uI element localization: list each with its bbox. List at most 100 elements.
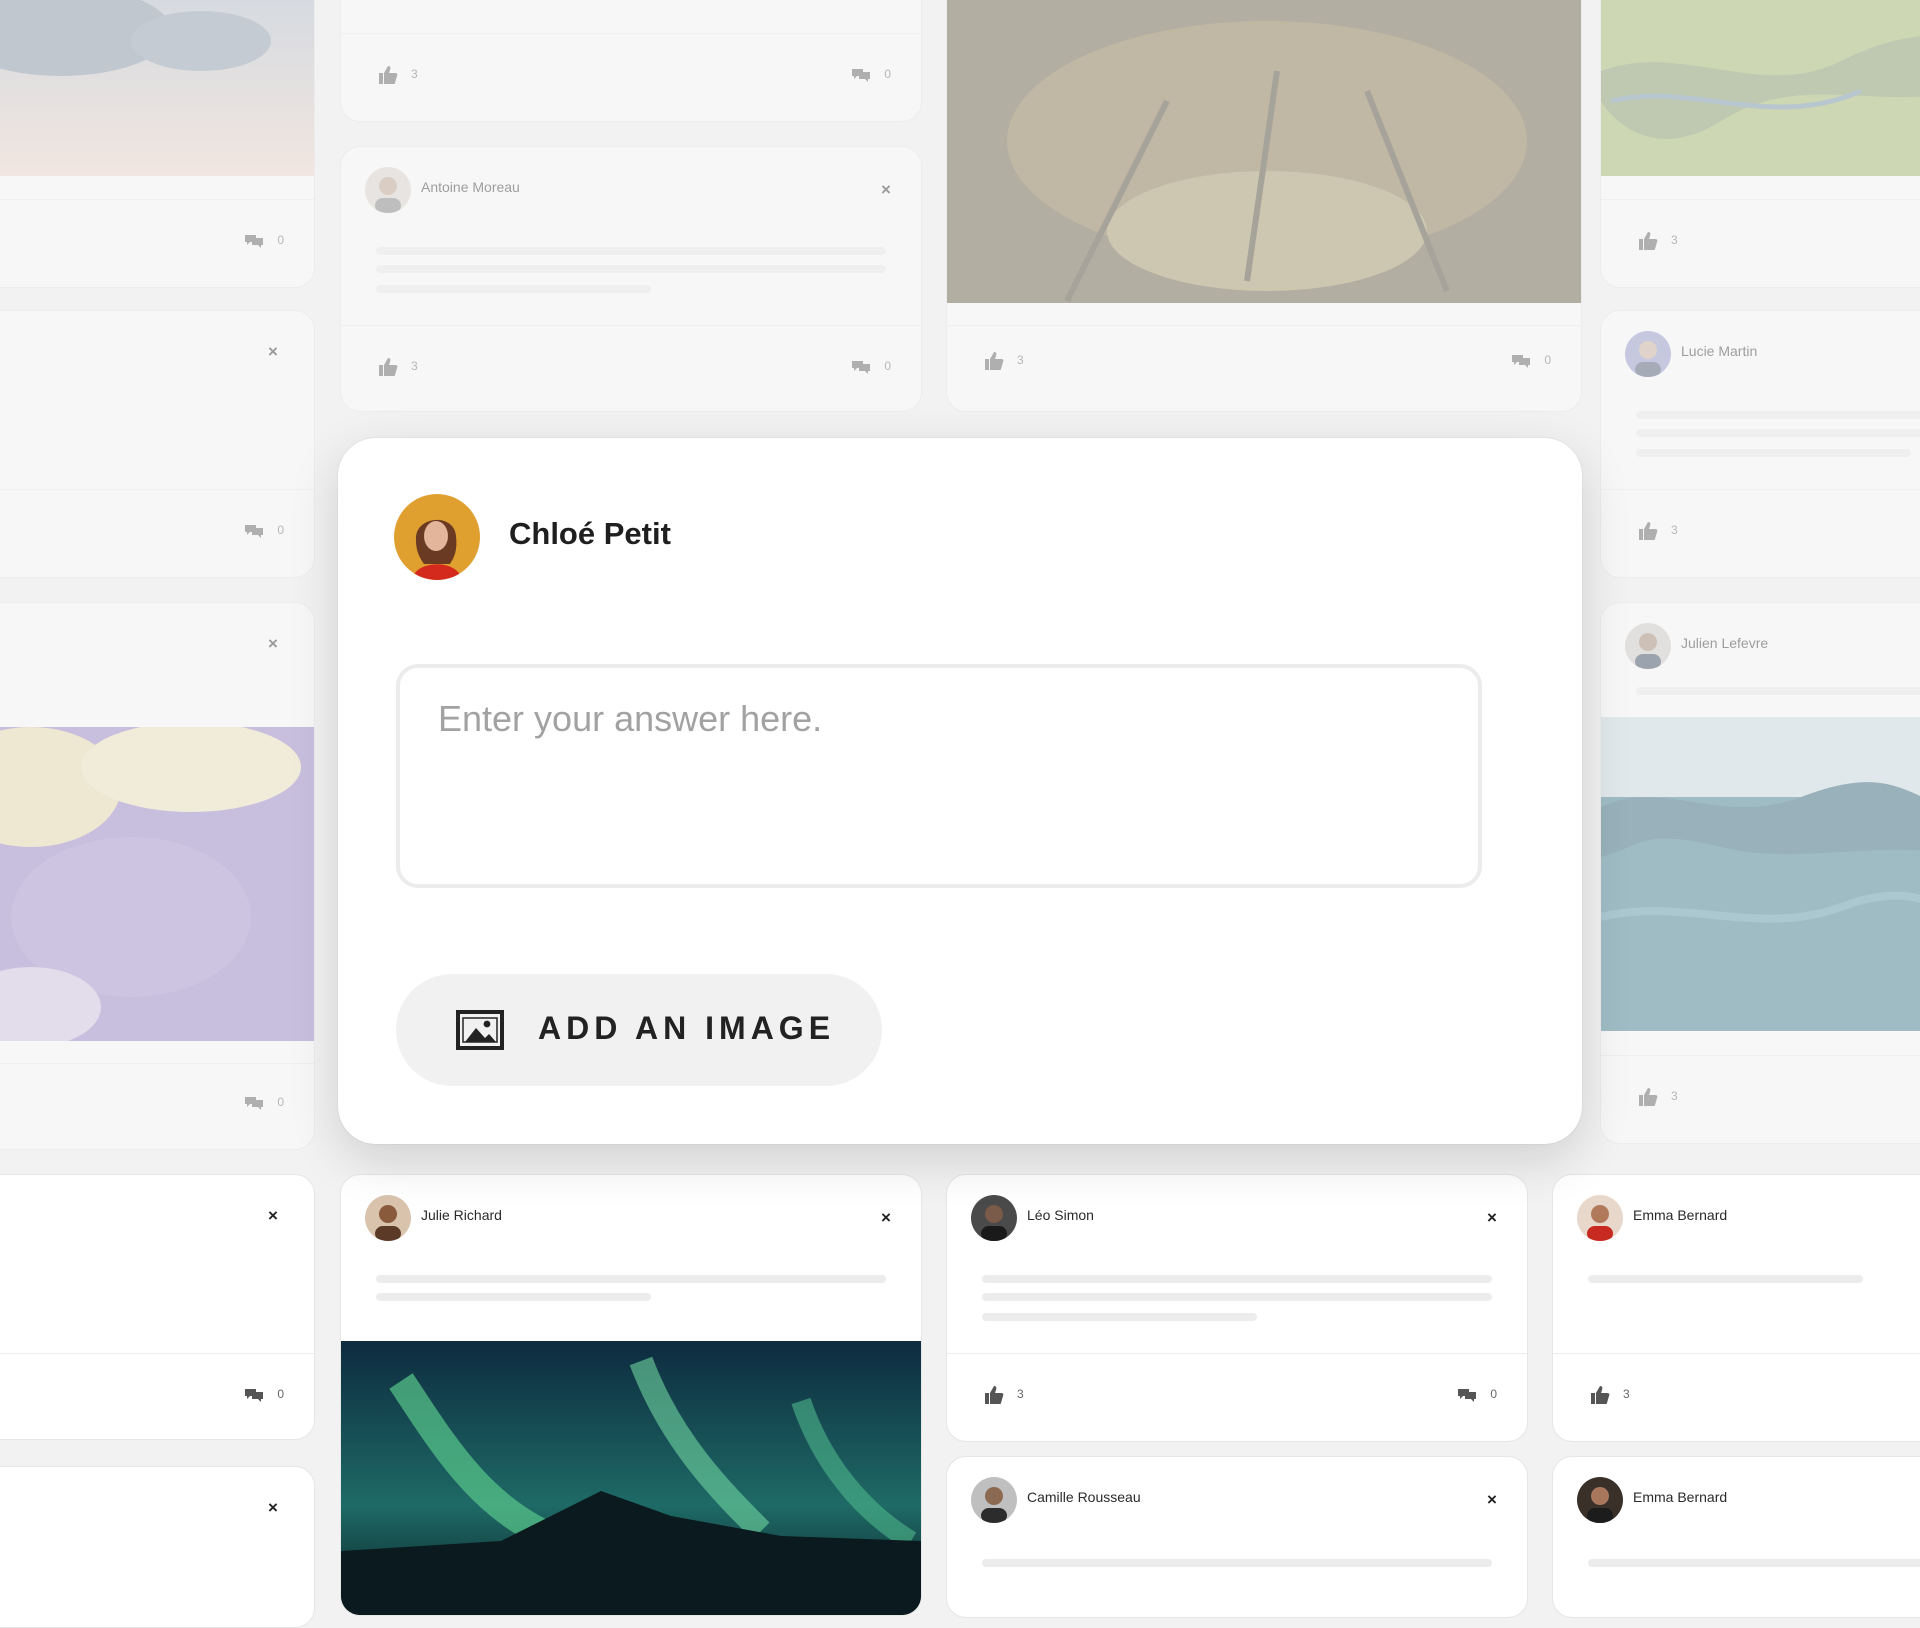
- card-header: Emma Bernard: [1577, 1477, 1920, 1525]
- skeleton-line: [1636, 449, 1911, 457]
- ocean-image: [1601, 717, 1920, 1031]
- thumbs-up-icon: [379, 66, 398, 84]
- card-header: Léo Simon ×: [971, 1195, 1503, 1243]
- skeleton-line: [1636, 411, 1920, 419]
- like-count[interactable]: 3: [1637, 521, 1678, 541]
- feed-card-antoine: Antoine Moreau × 3 0: [340, 146, 922, 412]
- comment-count[interactable]: 0: [1456, 1385, 1497, 1405]
- left-card-purple: × 0: [0, 602, 315, 1150]
- feed-card-leo: Léo Simon × 3 0: [946, 1174, 1528, 1442]
- card-header: Julien Lefevre: [1625, 623, 1920, 671]
- like-count[interactable]: 3: [1637, 231, 1678, 251]
- card-header: Antoine Moreau ×: [365, 167, 897, 215]
- comment-count[interactable]: 0: [243, 521, 284, 541]
- user-name: Chloé Petit: [509, 516, 671, 551]
- comment-count[interactable]: 0: [850, 65, 891, 85]
- thumbs-up-icon: [379, 358, 398, 376]
- author-name: Camille Rousseau: [1027, 1489, 1141, 1505]
- left-card-bottom: × 0: [0, 1174, 315, 1440]
- comment-icon: [1458, 1389, 1477, 1402]
- comment-icon: [1512, 355, 1531, 368]
- sky-image: [0, 0, 314, 176]
- avatar: [365, 167, 411, 213]
- card-divider: [0, 199, 314, 200]
- like-count[interactable]: 3: [1637, 1087, 1678, 1107]
- thumbs-up-icon: [1639, 522, 1658, 540]
- close-icon[interactable]: ×: [262, 633, 284, 655]
- like-count[interactable]: 3: [983, 1385, 1024, 1405]
- card-divider: [0, 1353, 314, 1354]
- author-name: Emma Bernard: [1633, 1207, 1728, 1223]
- close-icon[interactable]: ×: [1481, 1207, 1503, 1229]
- skeleton-line: [982, 1293, 1492, 1301]
- comment-count[interactable]: 0: [850, 357, 891, 377]
- comment-count[interactable]: 0: [243, 231, 284, 251]
- feed-card-camille: Camille Rousseau ×: [946, 1456, 1528, 1618]
- comment-icon: [245, 1097, 264, 1110]
- left-card-text: × 0: [0, 310, 315, 578]
- skeleton-line: [376, 1293, 651, 1301]
- feed-card-julie: Julie Richard ×: [340, 1174, 922, 1616]
- card-divider: [341, 325, 921, 326]
- skeleton-line: [1636, 429, 1920, 437]
- aurora-image: [341, 1341, 921, 1615]
- feed-card-emma-2: Emma Bernard: [1552, 1456, 1920, 1618]
- right-card-landscape: 3: [1600, 0, 1920, 288]
- card-header: Lucie Martin: [1625, 331, 1920, 379]
- user-avatar: [394, 494, 480, 580]
- skeleton-line: [1588, 1559, 1920, 1567]
- top-card-partial: 3 0: [340, 0, 922, 122]
- card-divider: [341, 33, 921, 34]
- close-icon[interactable]: ×: [875, 179, 897, 201]
- author-name: Lucie Martin: [1681, 343, 1758, 359]
- forest-image: [947, 0, 1581, 303]
- close-icon[interactable]: ×: [875, 1207, 897, 1229]
- feed-card-emma: Emma Bernard 3: [1552, 1174, 1920, 1442]
- avatar: [1577, 1195, 1623, 1241]
- thumbs-up-icon: [1591, 1386, 1610, 1404]
- comment-icon: [852, 69, 871, 82]
- author-name: Antoine Moreau: [421, 179, 520, 195]
- author-name: Julie Richard: [421, 1207, 502, 1223]
- card-divider: [1601, 489, 1920, 490]
- author-name: Emma Bernard: [1633, 1489, 1728, 1505]
- thumbs-up-icon: [985, 352, 1004, 370]
- card-divider: [947, 325, 1581, 326]
- author-name: Julien Lefevre: [1681, 635, 1769, 651]
- skeleton-line: [376, 1275, 886, 1283]
- close-icon[interactable]: ×: [1481, 1489, 1503, 1511]
- like-count[interactable]: 3: [1589, 1385, 1630, 1405]
- card-divider: [0, 489, 314, 490]
- comment-icon: [245, 525, 264, 538]
- like-count[interactable]: 3: [983, 351, 1024, 371]
- author-name: Léo Simon: [1027, 1207, 1094, 1223]
- skeleton-line: [982, 1559, 1492, 1567]
- card-divider: [0, 1063, 314, 1064]
- image-icon: [456, 1010, 504, 1050]
- comment-count[interactable]: 0: [1510, 351, 1551, 371]
- card-divider: [1553, 1353, 1920, 1354]
- comment-count[interactable]: 0: [243, 1385, 284, 1405]
- card-header: Emma Bernard: [1577, 1195, 1920, 1243]
- thumbs-up-icon: [985, 1386, 1004, 1404]
- skeleton-line: [1636, 687, 1920, 695]
- comment-count[interactable]: 0: [243, 1093, 284, 1113]
- purple-clouds-image: [0, 727, 314, 1041]
- skeleton-line: [376, 265, 886, 273]
- like-count[interactable]: 3: [377, 65, 418, 85]
- skeleton-line: [1588, 1275, 1863, 1283]
- skeleton-line: [376, 285, 651, 293]
- close-icon[interactable]: ×: [262, 1497, 284, 1519]
- avatar: [971, 1195, 1017, 1241]
- avatar: [1625, 331, 1671, 377]
- avatar: [1577, 1477, 1623, 1523]
- close-icon[interactable]: ×: [262, 341, 284, 363]
- comment-icon: [245, 1389, 264, 1402]
- avatar: [971, 1477, 1017, 1523]
- like-count[interactable]: 3: [377, 357, 418, 377]
- add-image-button[interactable]: ADD AN IMAGE: [396, 974, 882, 1086]
- close-icon[interactable]: ×: [262, 1205, 284, 1227]
- landscape-image: [1601, 0, 1920, 176]
- answer-input[interactable]: [396, 664, 1482, 888]
- skeleton-line: [982, 1313, 1257, 1321]
